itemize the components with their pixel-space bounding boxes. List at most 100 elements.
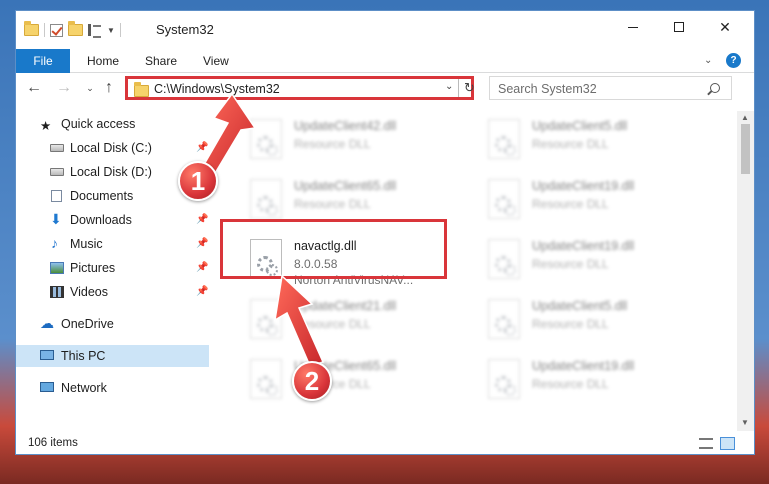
file-item[interactable]: UpdateClient5.dll Resource DLL xyxy=(474,291,704,349)
navigation-pane: ★ Quick access Local Disk (C:) 📌 Local D… xyxy=(16,113,212,431)
dll-file-icon xyxy=(250,119,282,159)
file-item[interactable]: UpdateClient42.dll Resource DLL xyxy=(236,111,466,169)
up-arrow-icon[interactable]: ↑ xyxy=(99,78,119,98)
file-item[interactable]: UpdateClient19.dll Resource DLL xyxy=(474,171,704,229)
customize-toolbar-arrow-icon[interactable]: ▼ xyxy=(107,26,115,35)
file-name: UpdateClient5.dll xyxy=(532,119,628,133)
step-2-badge: 2 xyxy=(292,361,332,401)
pin-icon[interactable]: 📌 xyxy=(196,142,208,153)
file-description: Resource DLL xyxy=(294,197,371,211)
pictures-icon xyxy=(50,262,64,274)
tab-share[interactable]: Share xyxy=(145,49,177,73)
tab-file[interactable]: File xyxy=(16,49,70,73)
documents-icon xyxy=(51,190,62,202)
sidebar-item-label: Videos xyxy=(70,285,108,299)
navigation-bar: ← → ⌄ ↑ C:\Windows\System32 ⌄ ↻ Search S… xyxy=(16,73,754,103)
minimize-icon xyxy=(628,26,638,28)
file-name: UpdateClient19.dll xyxy=(532,179,635,193)
properties-list-icon[interactable] xyxy=(88,24,102,38)
file-name: UpdateClient19.dll xyxy=(532,359,635,373)
pin-icon[interactable]: 📌 xyxy=(196,238,208,249)
sidebar-item-this-pc[interactable]: This PC xyxy=(16,345,209,367)
file-name: UpdateClient19.dll xyxy=(532,239,635,253)
dll-file-icon xyxy=(250,179,282,219)
address-dropdown-icon[interactable]: ⌄ xyxy=(445,81,453,92)
details-view-icon[interactable] xyxy=(699,438,713,449)
sidebar-item-videos[interactable]: Videos 📌 xyxy=(16,281,209,303)
search-icon[interactable] xyxy=(710,83,720,93)
sidebar-item-label: This PC xyxy=(61,349,106,363)
sidebar-item-label: Documents xyxy=(70,189,134,203)
sidebar-item-label: Local Disk (D:) xyxy=(70,165,152,179)
sidebar-item-label: Network xyxy=(61,381,107,395)
file-item[interactable]: UpdateClient19.dll Resource DLL xyxy=(474,351,704,409)
address-divider xyxy=(458,79,459,97)
ribbon-tabs: File Home Share View ⌄ ? xyxy=(16,49,754,73)
recent-locations-chevron-icon[interactable]: ⌄ xyxy=(80,78,100,98)
close-icon: ✕ xyxy=(719,18,731,35)
new-folder-icon[interactable] xyxy=(68,21,83,36)
sidebar-item-label: Music xyxy=(70,237,103,251)
forward-arrow-icon[interactable]: → xyxy=(54,78,74,98)
status-bar: 106 items xyxy=(16,431,754,454)
item-count: 106 items xyxy=(28,437,78,449)
file-item[interactable]: UpdateClient19.dll Resource DLL xyxy=(474,231,704,289)
sidebar-item-quick-access[interactable]: ★ Quick access xyxy=(16,113,209,135)
dll-file-icon xyxy=(250,359,282,399)
close-button[interactable]: ✕ xyxy=(702,11,748,43)
pin-icon[interactable]: 📌 xyxy=(196,262,208,273)
file-item[interactable]: UpdateClient21.dll Resource DLL xyxy=(236,291,466,349)
help-icon[interactable]: ? xyxy=(726,53,741,68)
file-description: Resource DLL xyxy=(294,137,371,151)
file-item[interactable]: UpdateClient5.dll Resource DLL xyxy=(474,111,704,169)
scroll-up-icon[interactable]: ▲ xyxy=(741,113,749,122)
maximize-icon xyxy=(674,22,684,32)
file-item[interactable]: UpdateClient65.dll Resource DLL xyxy=(236,351,466,409)
file-name: UpdateClient65.dll xyxy=(294,179,397,193)
videos-icon xyxy=(50,286,64,298)
sidebar-item-local-disk-c[interactable]: Local Disk (C:) 📌 xyxy=(16,137,209,159)
file-description: Resource DLL xyxy=(532,197,609,211)
sidebar-item-label: Local Disk (C:) xyxy=(70,141,152,155)
sidebar-item-music[interactable]: ♪ Music 📌 xyxy=(16,233,209,255)
search-box[interactable]: Search System32 xyxy=(489,76,732,100)
sidebar-item-label: OneDrive xyxy=(61,317,114,331)
dll-file-icon xyxy=(488,179,520,219)
drive-icon xyxy=(50,144,64,152)
address-bar[interactable]: C:\Windows\System32 ⌄ ↻ xyxy=(125,76,475,100)
vertical-scrollbar[interactable]: ▲ ▼ xyxy=(737,111,754,431)
window-title: System32 xyxy=(156,22,214,37)
sidebar-item-pictures[interactable]: Pictures 📌 xyxy=(16,257,209,279)
scroll-down-icon[interactable]: ▼ xyxy=(741,418,749,427)
maximize-button[interactable] xyxy=(656,11,702,43)
scrollbar-thumb[interactable] xyxy=(741,124,750,174)
large-icons-view-icon[interactable] xyxy=(720,437,735,450)
back-arrow-icon[interactable]: ← xyxy=(24,78,44,98)
step-1-badge: 1 xyxy=(178,161,218,201)
dll-file-icon xyxy=(488,119,520,159)
dll-file-icon xyxy=(488,359,520,399)
sidebar-item-label: Pictures xyxy=(70,261,116,275)
sidebar-item-network[interactable]: Network xyxy=(16,377,209,399)
file-name: UpdateClient5.dll xyxy=(532,299,628,313)
music-icon: ♪ xyxy=(51,235,58,251)
dll-file-icon xyxy=(488,299,520,339)
expand-ribbon-chevron-icon[interactable]: ⌄ xyxy=(704,55,712,66)
tab-view[interactable]: View xyxy=(203,49,229,73)
search-placeholder[interactable]: Search System32 xyxy=(498,82,597,96)
file-name: UpdateClient21.dll xyxy=(294,299,397,313)
downloads-icon: ⬇ xyxy=(50,211,62,227)
this-pc-icon xyxy=(40,350,54,360)
sidebar-item-onedrive[interactable]: ☁ OneDrive xyxy=(16,313,209,335)
star-icon: ★ xyxy=(40,119,52,133)
quick-access-toolbar: ▼ xyxy=(24,21,121,39)
sidebar-item-downloads[interactable]: ⬇ Downloads 📌 xyxy=(16,209,209,231)
tab-home[interactable]: Home xyxy=(87,49,119,73)
properties-check-icon[interactable] xyxy=(50,23,63,37)
minimize-button[interactable] xyxy=(610,11,656,43)
sidebar-item-label: Downloads xyxy=(70,213,132,227)
refresh-icon[interactable]: ↻ xyxy=(464,80,475,96)
address-path[interactable]: C:\Windows\System32 xyxy=(154,82,280,96)
pin-icon[interactable]: 📌 xyxy=(196,286,208,297)
pin-icon[interactable]: 📌 xyxy=(196,214,208,225)
